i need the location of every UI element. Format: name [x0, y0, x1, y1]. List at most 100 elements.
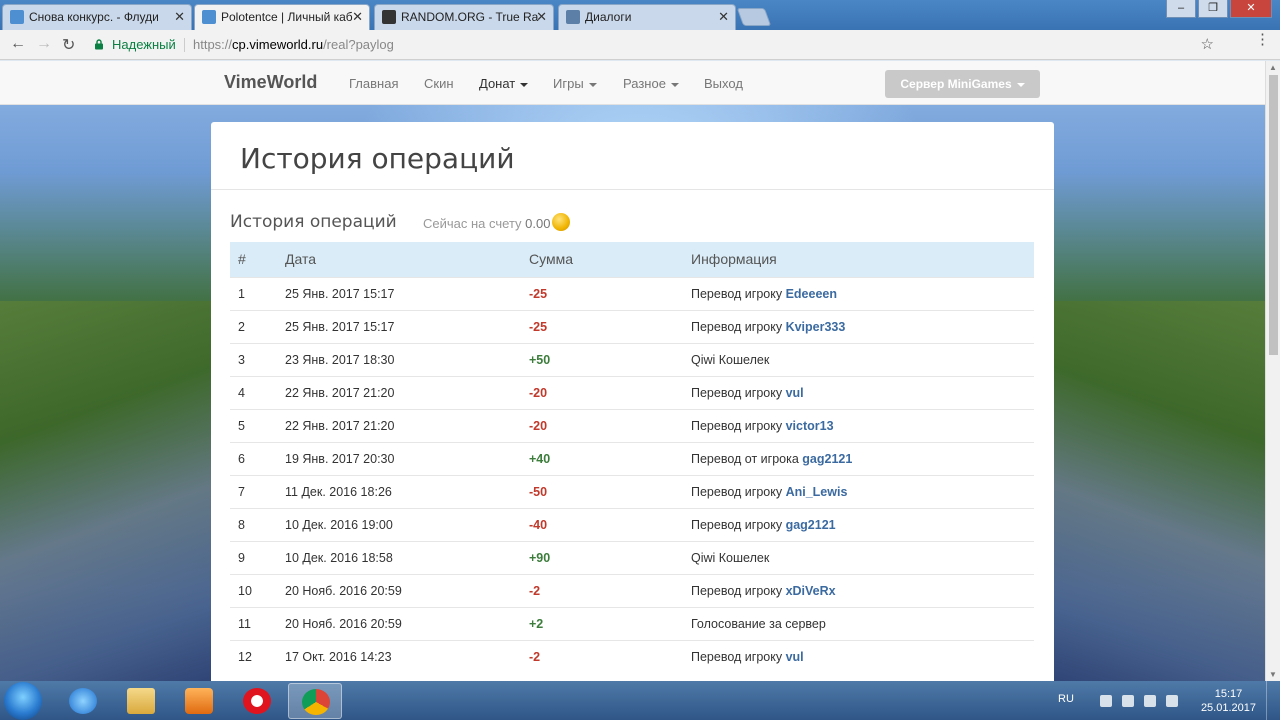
address-bar[interactable]: Надежный https://cp.vimeworld.ru/real?pa… — [86, 34, 1250, 56]
tab-title: Снова конкурс. - Флуди — [29, 10, 159, 24]
network-warning-icon[interactable] — [1100, 695, 1112, 707]
row-number: 6 — [230, 441, 277, 475]
vk-icon — [566, 10, 580, 24]
taskbar-app[interactable] — [114, 683, 168, 719]
forward-icon[interactable]: → — [36, 35, 52, 53]
taskbar-app[interactable] — [172, 683, 226, 719]
row-date: 17 Окт. 2016 14:23 — [277, 639, 521, 673]
site-navbar: VimeWorld Главная Скин Донат Игры Разное… — [0, 61, 1265, 105]
player-link[interactable]: gag2121 — [786, 518, 836, 532]
row-number: 10 — [230, 573, 277, 607]
language-indicator[interactable]: RU — [1058, 693, 1074, 705]
nav-games[interactable]: Игры — [553, 76, 597, 91]
player-link[interactable]: Edeeeen — [786, 287, 837, 301]
row-info: Перевод игроку Ani_Lewis — [683, 474, 1034, 508]
player-link[interactable]: vul — [786, 386, 804, 400]
close-icon[interactable]: ✕ — [718, 5, 729, 29]
back-icon[interactable]: ← — [10, 35, 26, 53]
nav-donate[interactable]: Донат — [479, 76, 529, 91]
balance-label: Сейчас на счету — [423, 216, 522, 231]
table-row: 5 22 Янв. 2017 21:20 -20 Перевод игроку vic… — [230, 408, 1034, 442]
window-close-button[interactable]: ✕ — [1230, 0, 1272, 18]
player-link[interactable]: gag2121 — [802, 452, 852, 466]
section-title: История операций — [230, 212, 397, 232]
info-text: Qiwi Кошелек — [691, 550, 770, 565]
page-scrollbar[interactable]: ▲ ▼ — [1265, 61, 1280, 681]
browser-tab-bar: Снова конкурс. - Флуди ✕ Polotentce | Ли… — [0, 0, 1280, 30]
player-link[interactable]: victor13 — [786, 419, 834, 433]
tray-app-icon[interactable] — [1122, 695, 1134, 707]
tab-2[interactable]: RANDOM.ORG - True Ra ✕ — [374, 4, 554, 30]
row-amount: -20 — [521, 375, 683, 409]
table-header-row: # Дата Сумма Информация — [230, 242, 1034, 277]
background-scenery — [0, 301, 211, 681]
operations-panel: История операций История операций Сейчас… — [211, 122, 1054, 681]
tab-title: Polotentce | Личный каб — [221, 10, 353, 24]
lock-icon — [95, 39, 103, 50]
row-number: 3 — [230, 342, 277, 376]
close-icon[interactable]: ✕ — [174, 5, 185, 29]
nav-misc[interactable]: Разное — [623, 76, 679, 91]
row-number: 1 — [230, 276, 277, 310]
internet-explorer-icon — [69, 688, 97, 714]
minimize-button[interactable]: – — [1166, 0, 1196, 18]
media-player-icon — [185, 688, 213, 714]
operations-table: # Дата Сумма Информация 1 25 Янв. 2017 15… — [230, 242, 1034, 673]
browser-menu-icon[interactable]: ⋮ — [1255, 30, 1270, 48]
url-path: /real?paylog — [323, 37, 394, 52]
table-row: 2 25 Янв. 2017 15:17 -25 Перевод игроку Kvi… — [230, 309, 1034, 343]
volume-icon[interactable] — [1166, 695, 1178, 707]
nav-donate-label: Донат — [479, 76, 516, 91]
row-amount: -25 — [521, 309, 683, 343]
nav-logout[interactable]: Выход — [704, 76, 743, 91]
close-icon[interactable]: ✕ — [352, 5, 363, 29]
row-date: 20 Нояб. 2016 20:59 — [277, 606, 521, 640]
balance-value: 0.00 — [525, 216, 551, 231]
close-icon[interactable]: ✕ — [536, 5, 547, 29]
signal-icon[interactable] — [1144, 695, 1156, 707]
table-row: 11 20 Нояб. 2016 20:59 +2 Голосование за се… — [230, 606, 1034, 640]
taskbar-app[interactable] — [230, 683, 284, 719]
player-link[interactable]: Kviper333 — [786, 320, 846, 334]
page-viewport: VimeWorld Главная Скин Донат Игры Разное… — [0, 61, 1265, 681]
random-org-icon — [382, 10, 396, 24]
restore-button[interactable]: ❐ — [1198, 0, 1228, 18]
tab-3[interactable]: Диалоги ✕ — [558, 4, 736, 30]
column-header-amount: Сумма — [529, 251, 573, 268]
player-link[interactable]: xDiVeRx — [786, 584, 836, 598]
url-text[interactable]: https://cp.vimeworld.ru/real?paylog — [193, 34, 394, 56]
scrollbar-thumb[interactable] — [1269, 75, 1278, 355]
row-date: 10 Дек. 2016 18:58 — [277, 540, 521, 574]
start-button[interactable] — [4, 682, 42, 720]
player-link[interactable]: Ani_Lewis — [786, 485, 848, 499]
reload-icon[interactable]: ↻ — [62, 35, 75, 55]
table-row: 4 22 Янв. 2017 21:20 -20 Перевод игроку vul — [230, 375, 1034, 409]
site-brand[interactable]: VimeWorld — [224, 72, 317, 93]
row-number: 11 — [230, 606, 277, 640]
clock-date: 25.01.2017 — [1200, 702, 1256, 714]
tab-1[interactable]: Polotentce | Личный каб ✕ — [194, 4, 370, 30]
nav-home[interactable]: Главная — [349, 76, 398, 91]
server-select-button[interactable]: Сервер MiniGames — [885, 70, 1040, 98]
browser-toolbar: ← → ↻ Надежный https://cp.vimeworld.ru/r… — [0, 30, 1280, 60]
window-controls: – ❐ ✕ — [1164, 0, 1272, 18]
taskbar-app[interactable] — [56, 683, 110, 719]
show-desktop-button[interactable] — [1266, 681, 1280, 720]
scroll-up-icon[interactable]: ▲ — [1269, 63, 1277, 72]
row-amount: +50 — [521, 342, 683, 376]
tab-title: Диалоги — [585, 10, 632, 24]
taskbar-app-active[interactable] — [288, 683, 342, 719]
row-amount: -50 — [521, 474, 683, 508]
new-tab-button[interactable] — [736, 8, 772, 26]
clock[interactable]: 15:17 25.01.2017 — [1201, 687, 1256, 715]
bookmark-star-icon[interactable]: ☆ — [1201, 34, 1214, 56]
nav-skin[interactable]: Скин — [424, 76, 454, 91]
info-text: Перевод от игрока — [691, 451, 799, 466]
tab-0[interactable]: Снова конкурс. - Флуди ✕ — [2, 4, 192, 30]
caret-down-icon — [520, 82, 529, 87]
url-scheme: https:// — [193, 37, 233, 52]
player-link[interactable]: vul — [786, 650, 804, 664]
scroll-down-icon[interactable]: ▼ — [1269, 670, 1277, 679]
info-text: Перевод игроку — [691, 418, 783, 433]
vimeworld-icon — [202, 10, 216, 24]
